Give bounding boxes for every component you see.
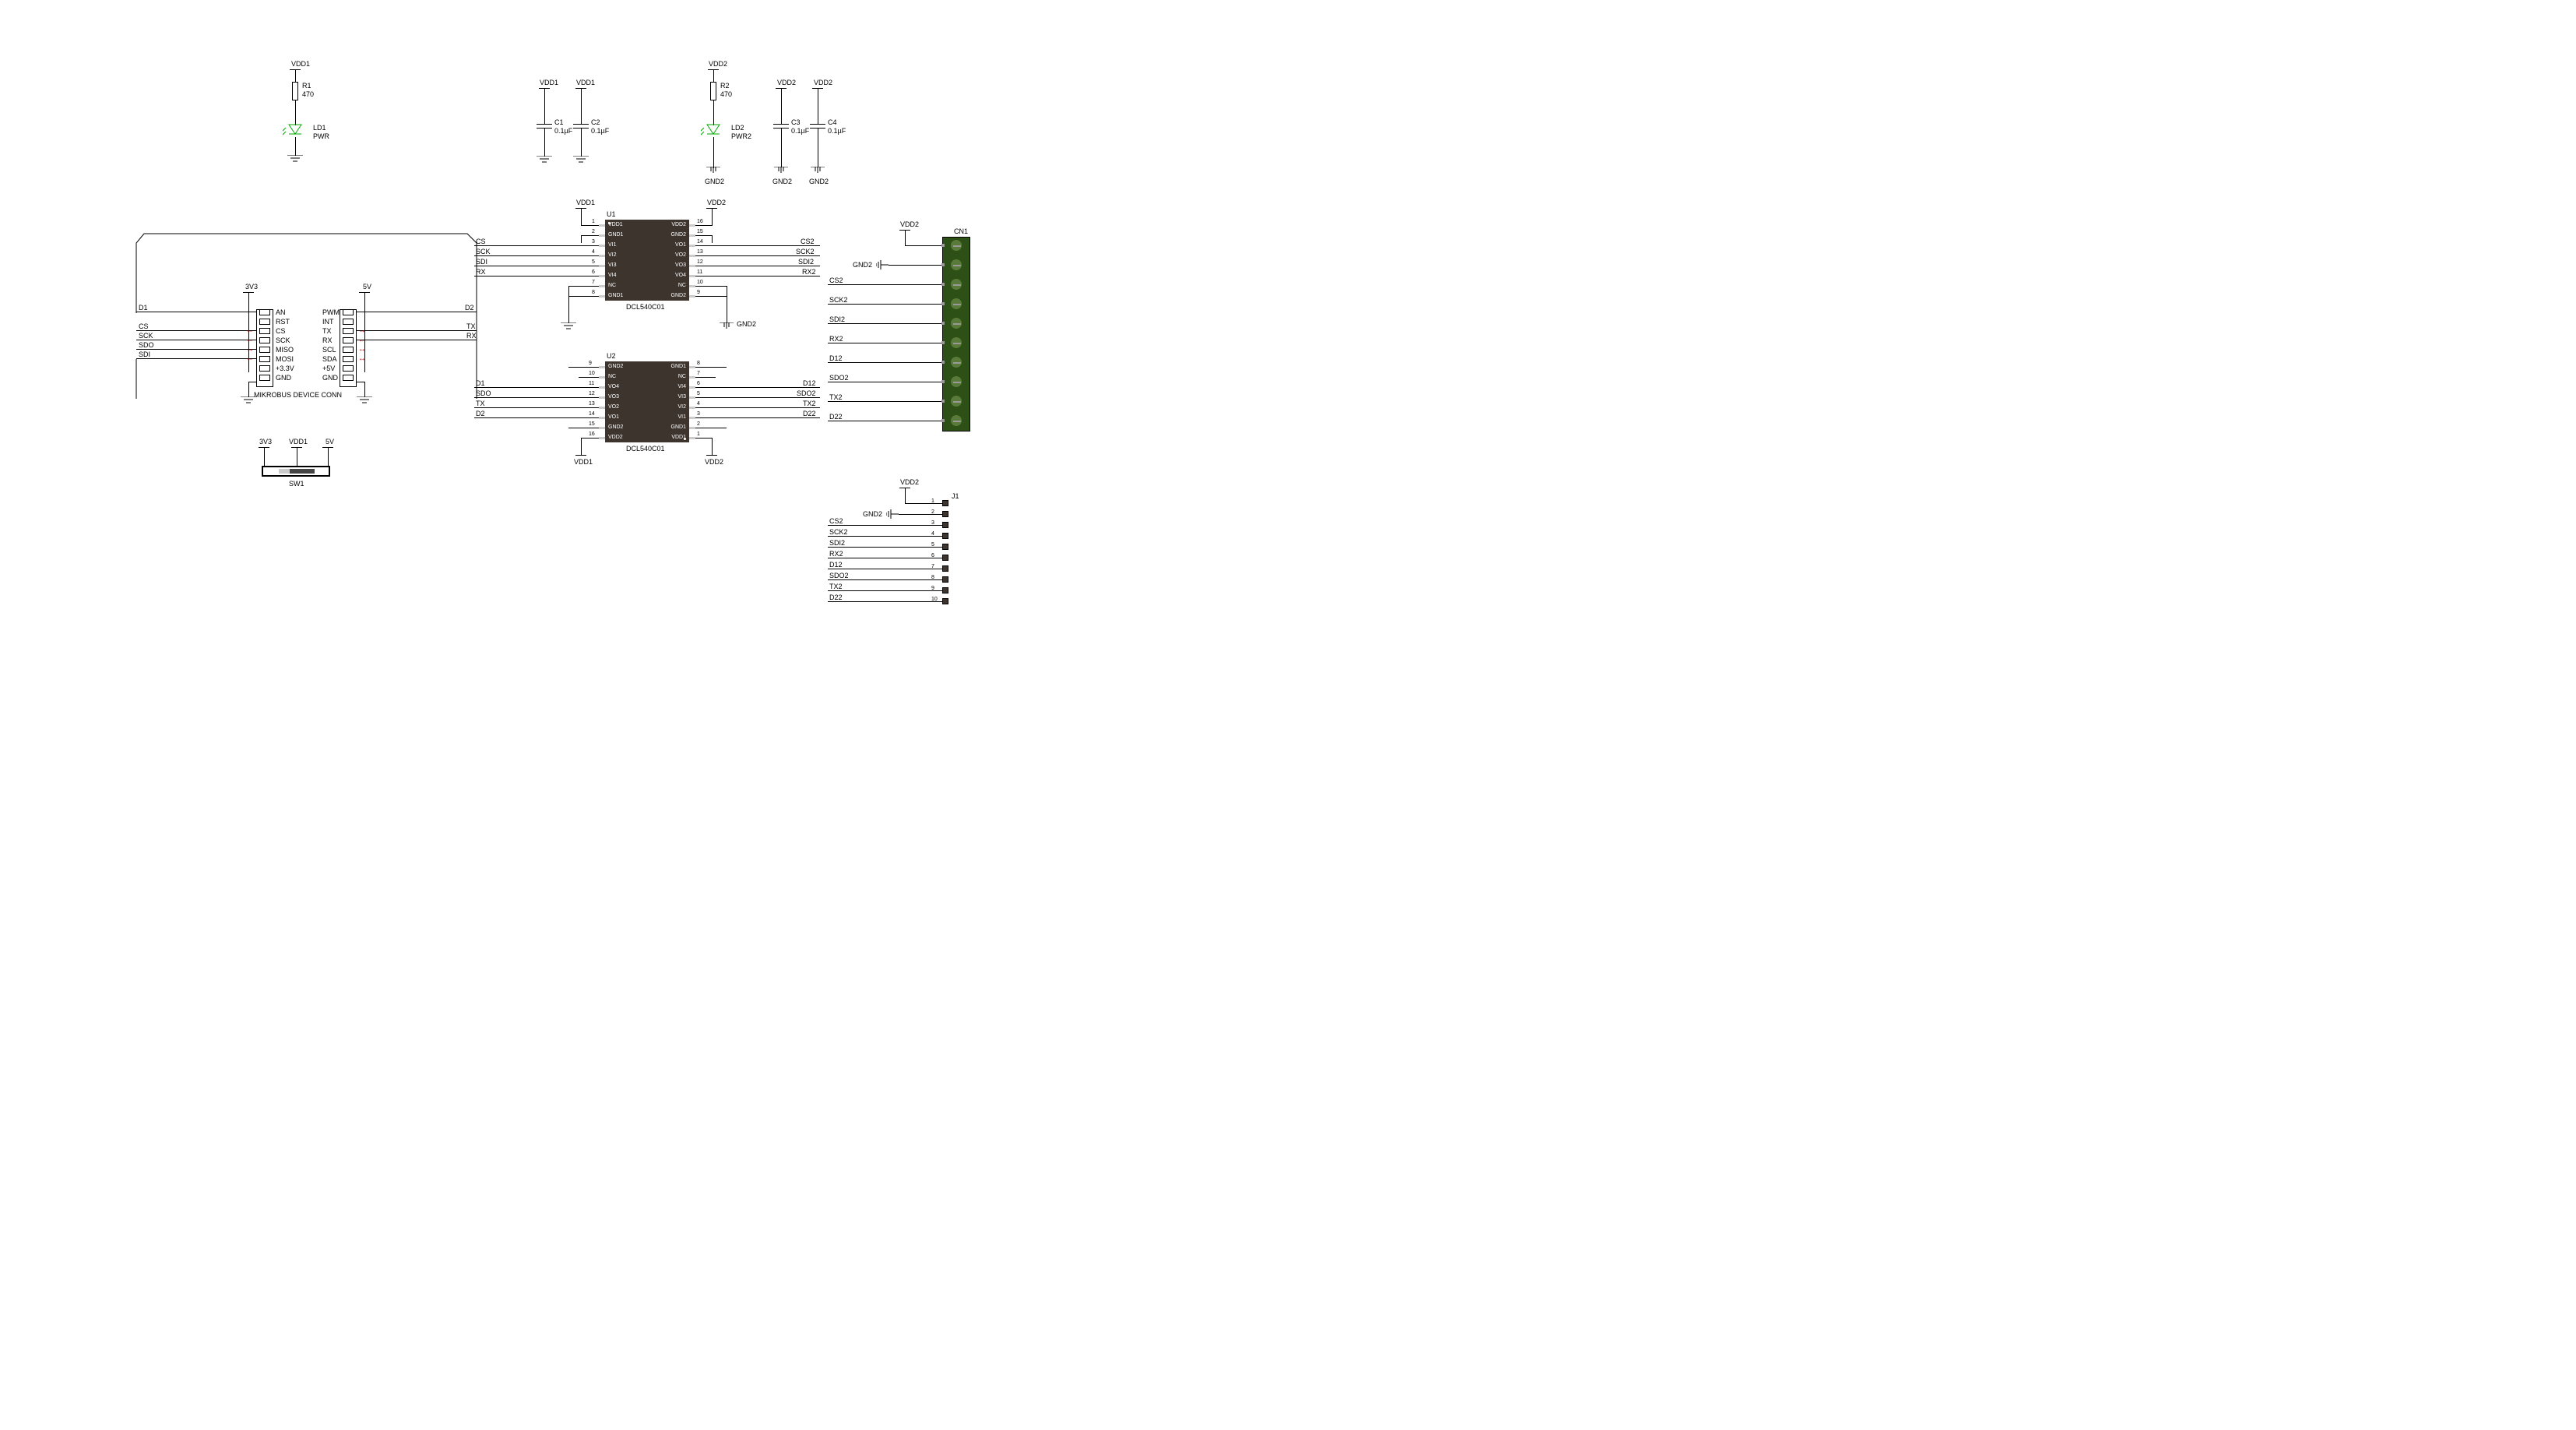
u1-part: DCL540C01 xyxy=(626,303,665,311)
resistor-r2 xyxy=(710,82,716,100)
j1-gnd2: GND2 xyxy=(863,510,882,518)
cn1-ref: CN1 xyxy=(954,227,968,235)
led-ld1 xyxy=(283,123,308,139)
r1-ref: R1 xyxy=(302,82,311,90)
gnd2-c4 xyxy=(811,167,825,176)
r2-ref: R2 xyxy=(720,82,730,90)
net-gnd2-c3: GND2 xyxy=(772,178,792,185)
led-ld2 xyxy=(701,123,726,139)
u1-gnd1 xyxy=(561,322,576,333)
net-vdd1-c2: VDD1 xyxy=(576,79,595,86)
r2-val: 470 xyxy=(720,90,732,98)
u2-net-sdo2: SDO2 xyxy=(797,389,816,397)
gnd2-c3 xyxy=(774,167,788,176)
gnd-c2 xyxy=(573,156,589,167)
c4-val: 0.1µF xyxy=(828,127,846,135)
schematic-canvas: VDD1 R1 470 LD1 PWR VDD1 VDD1 C1 0.1µF C… xyxy=(0,0,1168,639)
c1-val: 0.1µF xyxy=(554,127,572,135)
cn1-gnd2: GND2 xyxy=(853,261,872,269)
cn1-gnd2-sym xyxy=(876,260,889,269)
u2-vdd2-label: VDD2 xyxy=(705,458,723,466)
u2-net-tx2: TX2 xyxy=(803,400,816,407)
net-gnd2-ld2: GND2 xyxy=(705,178,724,185)
ld2-name: PWR2 xyxy=(731,132,751,140)
c2-ref: C2 xyxy=(591,118,600,126)
ld1-name: PWR xyxy=(313,132,329,140)
u1-vdd2-label: VDD2 xyxy=(707,199,726,206)
c3-ref: C3 xyxy=(791,118,801,126)
gnd-c1 xyxy=(537,156,552,167)
arrow-icon: ← xyxy=(246,336,254,344)
sw1-5v: 5V xyxy=(326,438,334,446)
ld1-ref: LD1 xyxy=(313,124,326,132)
u2-vdd1-label: VDD1 xyxy=(574,458,593,466)
c3-val: 0.1µF xyxy=(791,127,809,135)
u1-net-rx2: RX2 xyxy=(802,268,816,276)
r1-val: 470 xyxy=(302,90,314,98)
sw1-vdd1: VDD1 xyxy=(289,438,308,446)
bus-outline xyxy=(132,231,481,403)
j1-gnd2-sym xyxy=(886,509,899,519)
arrow-icon: ← xyxy=(246,326,254,335)
net-vdd1-r1: VDD1 xyxy=(291,60,310,68)
net-gnd2-c4: GND2 xyxy=(809,178,829,185)
arrow-icon: ← xyxy=(358,336,366,344)
arrow-icon: → xyxy=(358,326,366,335)
ld2-ref: LD2 xyxy=(731,124,744,132)
sw1-3v3: 3V3 xyxy=(259,438,272,446)
u1-gnd2-label: GND2 xyxy=(737,320,756,328)
u2-ref: U2 xyxy=(607,352,616,360)
cn1-vdd2: VDD2 xyxy=(900,220,919,228)
c1-ref: C1 xyxy=(554,118,564,126)
u2-net-d2: D2 xyxy=(476,410,485,417)
net-vdd1-c1: VDD1 xyxy=(540,79,558,86)
u1-net-sck2: SCK2 xyxy=(796,248,815,255)
u1-gnd2 xyxy=(720,322,734,332)
arrow-icon: ↔ xyxy=(358,345,366,354)
u2-part: DCL540C01 xyxy=(626,445,665,453)
net-vdd2-c4: VDD2 xyxy=(814,79,832,86)
resistor-r1 xyxy=(292,82,298,100)
mb-gnd-right xyxy=(357,396,372,407)
u2-net-d12: D12 xyxy=(803,379,816,387)
gnd2-ld2 xyxy=(706,167,720,176)
switch-sw1 xyxy=(262,466,330,477)
c2-val: 0.1µF xyxy=(591,127,609,135)
gnd-symbol xyxy=(287,155,303,166)
u1-net-cs2: CS2 xyxy=(801,238,815,245)
u2-net-d22: D22 xyxy=(803,410,816,417)
arrow-icon: ↔ xyxy=(358,354,366,363)
mb-gnd-left xyxy=(241,396,256,407)
u1-net-sdi2: SDI2 xyxy=(798,258,814,266)
net-vdd2-c3: VDD2 xyxy=(777,79,796,86)
u1-vdd1-label: VDD1 xyxy=(576,199,595,206)
j1-vdd2: VDD2 xyxy=(900,478,919,486)
arrow-icon: → xyxy=(246,345,254,354)
u1-ref: U1 xyxy=(607,210,616,218)
c4-ref: C4 xyxy=(828,118,837,126)
j1-ref: J1 xyxy=(952,492,959,500)
net-vdd2-r2: VDD2 xyxy=(709,60,727,68)
sw1-ref: SW1 xyxy=(289,480,304,488)
arrow-icon: ← xyxy=(246,354,254,363)
